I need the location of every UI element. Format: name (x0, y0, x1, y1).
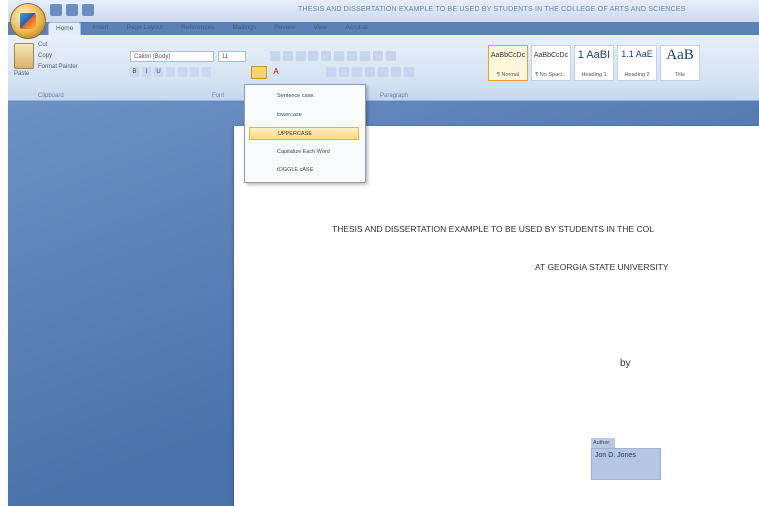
styles-gallery: AaBbCcDc ¶ Normal AaBbCcDc ¶ No Spaci...… (488, 45, 700, 81)
shrink-font-button[interactable] (283, 51, 293, 61)
tab-acrobat[interactable]: Acrobat (339, 22, 375, 35)
author-content-control[interactable]: Jon D. Jones (591, 448, 661, 480)
borders-button[interactable] (404, 67, 414, 77)
style-normal[interactable]: AaBbCcDc ¶ Normal (488, 45, 528, 81)
ribbon-tabs: Home Insert Page Layout References Maili… (48, 22, 375, 35)
strikethrough-button[interactable] (166, 67, 175, 77)
document-title-line: THESIS AND DISSERTATION EXAMPLE TO BE US… (332, 224, 654, 234)
bold-button[interactable]: B (130, 67, 139, 77)
title-bar: THESIS AND DISSERTATION EXAMPLE TO BE US… (8, 0, 759, 22)
style-sample: 1.1 AaE (621, 49, 653, 59)
font-group-label: Font (212, 93, 225, 99)
menu-item-lowercase[interactable]: lowercase (249, 109, 359, 122)
style-sample: AaBbCcDc (533, 52, 569, 59)
subscript-button[interactable] (178, 67, 187, 77)
paragraph-row-2 (326, 67, 414, 77)
document-subtitle-line: AT GEORGIA STATE UNIVERSITY (535, 262, 669, 272)
word-window: THESIS AND DISSERTATION EXAMPLE TO BE US… (8, 0, 759, 506)
style-name: Heading 1 (581, 72, 607, 78)
italic-button[interactable]: I (142, 67, 151, 77)
menu-item-sentence-case[interactable]: Sentence case. (249, 90, 359, 103)
style-name: ¶ No Spaci... (535, 72, 567, 78)
menu-item-uppercase[interactable]: UPPERCASE (249, 127, 359, 140)
ribbon: Paste Cut Copy Format Painter Clipboard … (8, 35, 759, 101)
tab-home[interactable]: Home (48, 22, 82, 35)
save-icon[interactable] (50, 4, 62, 16)
tab-review[interactable]: Review (267, 22, 302, 35)
paste-button[interactable]: Paste (14, 71, 29, 77)
font-size-dropdown[interactable]: 11 (218, 51, 246, 62)
redo-icon[interactable] (82, 4, 94, 16)
shading-button[interactable] (391, 67, 401, 77)
document-by: by (620, 358, 631, 369)
clipboard-group-label: Clipboard (38, 93, 64, 99)
sort-button[interactable] (373, 51, 383, 61)
style-name: Title (674, 72, 686, 78)
change-case-menu: Sentence case. lowercase UPPERCASE Capit… (244, 84, 366, 183)
style-name: Heading 2 (624, 72, 650, 78)
menu-item-toggle-case[interactable]: tOGGLE cASE (249, 164, 359, 177)
style-heading-1[interactable]: 1 AaBI Heading 1 (574, 45, 614, 81)
style-sample: 1 AaBI (577, 49, 611, 61)
align-left-button[interactable] (326, 67, 336, 77)
style-no-spacing[interactable]: AaBbCcDc ¶ No Spaci... (531, 45, 571, 81)
show-marks-button[interactable] (386, 51, 396, 61)
increase-indent-button[interactable] (360, 51, 370, 61)
style-heading-2[interactable]: 1.1 AaE Heading 2 (617, 45, 657, 81)
quick-access-toolbar (50, 4, 94, 16)
office-logo-icon (20, 13, 36, 29)
font-name-dropdown[interactable]: Calibri (Body) (130, 51, 214, 62)
font-format-row: B I U (130, 67, 211, 77)
format-painter-button[interactable]: Format Painter (38, 64, 78, 70)
undo-icon[interactable] (66, 4, 78, 16)
multilevel-list-button[interactable] (334, 51, 344, 61)
document-page[interactable]: THESIS AND DISSERTATION EXAMPLE TO BE US… (234, 126, 759, 506)
copy-button[interactable]: Copy (38, 53, 52, 59)
tab-view[interactable]: View (307, 22, 335, 35)
center-button[interactable] (339, 67, 349, 77)
highlight-button[interactable] (251, 66, 267, 79)
superscript-button[interactable] (190, 67, 199, 77)
bullets-button[interactable] (308, 51, 318, 61)
paste-icon[interactable] (14, 43, 34, 69)
tab-references[interactable]: References (174, 22, 221, 35)
numbering-button[interactable] (321, 51, 331, 61)
clear-format-button[interactable] (296, 51, 306, 61)
align-right-button[interactable] (352, 67, 362, 77)
style-title[interactable]: AaB Title (660, 45, 700, 81)
font-color-button[interactable]: A (270, 66, 282, 77)
justify-button[interactable] (365, 67, 375, 77)
paragraph-group-label: Paragraph (380, 93, 409, 99)
author-control-tag[interactable]: Author (591, 438, 615, 448)
tab-insert[interactable]: Insert (85, 22, 115, 35)
change-case-button[interactable] (202, 67, 211, 77)
office-button[interactable] (10, 3, 46, 39)
cut-button[interactable]: Cut (38, 42, 47, 48)
style-sample: AaBbCcDc (490, 52, 526, 59)
style-sample: AaB (666, 47, 694, 63)
tab-page-layout[interactable]: Page Layout (120, 22, 171, 35)
style-name: ¶ Normal (496, 72, 520, 78)
document-area: THESIS AND DISSERTATION EXAMPLE TO BE US… (8, 101, 759, 506)
paragraph-row-1 (308, 51, 396, 61)
tab-mailings[interactable]: Mailings (225, 22, 263, 35)
grow-font-button[interactable] (270, 51, 280, 61)
font-size-buttons (270, 51, 306, 61)
menu-item-capitalize-each-word[interactable]: Capitalize Each Word (249, 146, 359, 159)
window-title: THESIS AND DISSERTATION EXAMPLE TO BE US… (298, 6, 686, 13)
decrease-indent-button[interactable] (347, 51, 357, 61)
underline-button[interactable]: U (154, 67, 163, 77)
line-spacing-button[interactable] (378, 67, 388, 77)
